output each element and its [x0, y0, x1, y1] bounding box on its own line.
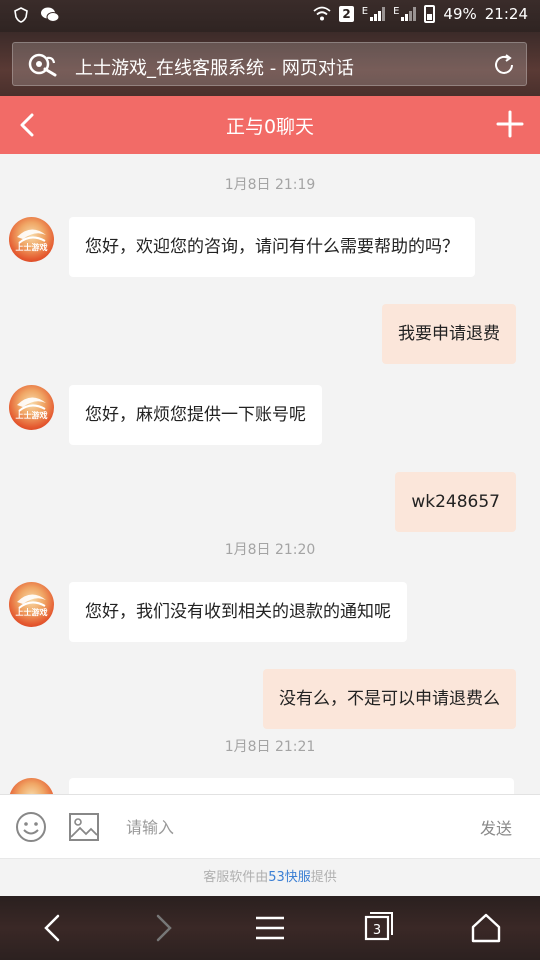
- tabs-icon: 3: [364, 912, 393, 941]
- status-bar: 2 E E 49% 21:24: [0, 0, 540, 32]
- incoming-message: 您好，我们没有收到相关的退款的通知呢: [69, 582, 407, 642]
- signal-icon: [370, 7, 386, 21]
- timestamp: 1月8日 21:19: [224, 177, 316, 193]
- plus-button[interactable]: [494, 108, 526, 140]
- message-list[interactable]: 1月8日 21:19 上士游戏 您好，欢迎您的咨询，请问有什么需要帮助的吗？ 我…: [0, 154, 540, 794]
- outgoing-message: 没有么，不是可以申请退费么: [263, 669, 516, 729]
- battery-icon: [424, 5, 436, 23]
- avatar-text: 上士游戏: [15, 608, 48, 617]
- address-bar[interactable]: 上士游戏_在线客服系统 - 网页对话: [12, 42, 527, 86]
- home-icon[interactable]: [468, 910, 504, 946]
- avatar-text: 上士游戏: [15, 243, 48, 252]
- network-type-label: E: [361, 5, 369, 17]
- browser-logo-icon: [28, 53, 57, 77]
- network-type-label-2: E: [393, 5, 400, 17]
- incoming-message: 您好，欢迎您的咨询，请问有什么需要帮助的吗？: [69, 217, 475, 277]
- chat-title: 正与0聊天: [225, 116, 315, 138]
- wifi-icon: [313, 6, 331, 21]
- outgoing-message: 我要申请退费: [382, 304, 516, 364]
- battery-percent: 49%: [443, 5, 477, 23]
- clock: 21:24: [484, 5, 528, 23]
- nav-back-icon[interactable]: [36, 910, 72, 946]
- nav-forward-icon[interactable]: [144, 910, 180, 946]
- page-title: 上士游戏_在线客服系统 - 网页对话: [75, 58, 354, 79]
- reload-icon[interactable]: [492, 53, 516, 77]
- emoji-icon[interactable]: [15, 811, 47, 843]
- footer-brand-link[interactable]: 53快服: [268, 870, 311, 885]
- timestamp: 1月8日 21:21: [224, 739, 316, 755]
- outgoing-message: wk248657: [395, 472, 516, 532]
- footer-suffix: 提供: [310, 870, 337, 885]
- tab-count: 3: [373, 923, 381, 938]
- browser-toolbar: 上士游戏_在线客服系统 - 网页对话: [0, 32, 540, 96]
- wechat-icon: [41, 7, 60, 22]
- powered-by-footer: 客服软件由53快服提供: [0, 858, 540, 896]
- chat-header: 正与0聊天: [0, 96, 540, 154]
- footer-prefix: 客服软件由: [203, 870, 269, 885]
- image-icon[interactable]: [68, 812, 100, 842]
- message-input[interactable]: [118, 809, 448, 845]
- send-button[interactable]: 发送: [480, 815, 512, 839]
- menu-icon[interactable]: [252, 910, 288, 946]
- agent-avatar: [9, 778, 54, 794]
- agent-avatar: 上士游戏: [9, 217, 54, 262]
- browser-nav-bar: 3: [0, 896, 540, 960]
- avatar-text: 上士游戏: [15, 411, 48, 420]
- incoming-message-partial: [69, 778, 514, 794]
- incoming-message: 您好，麻烦您提供一下账号呢: [69, 385, 322, 445]
- sim-badge: 2: [339, 6, 354, 22]
- signal-icon-2: [401, 7, 417, 21]
- agent-avatar: 上士游戏: [9, 385, 54, 430]
- input-bar: 发送: [0, 794, 540, 858]
- agent-avatar: 上士游戏: [9, 582, 54, 627]
- shield-icon: [14, 7, 28, 23]
- tabs-button[interactable]: 3: [360, 910, 396, 946]
- timestamp: 1月8日 21:20: [224, 542, 316, 558]
